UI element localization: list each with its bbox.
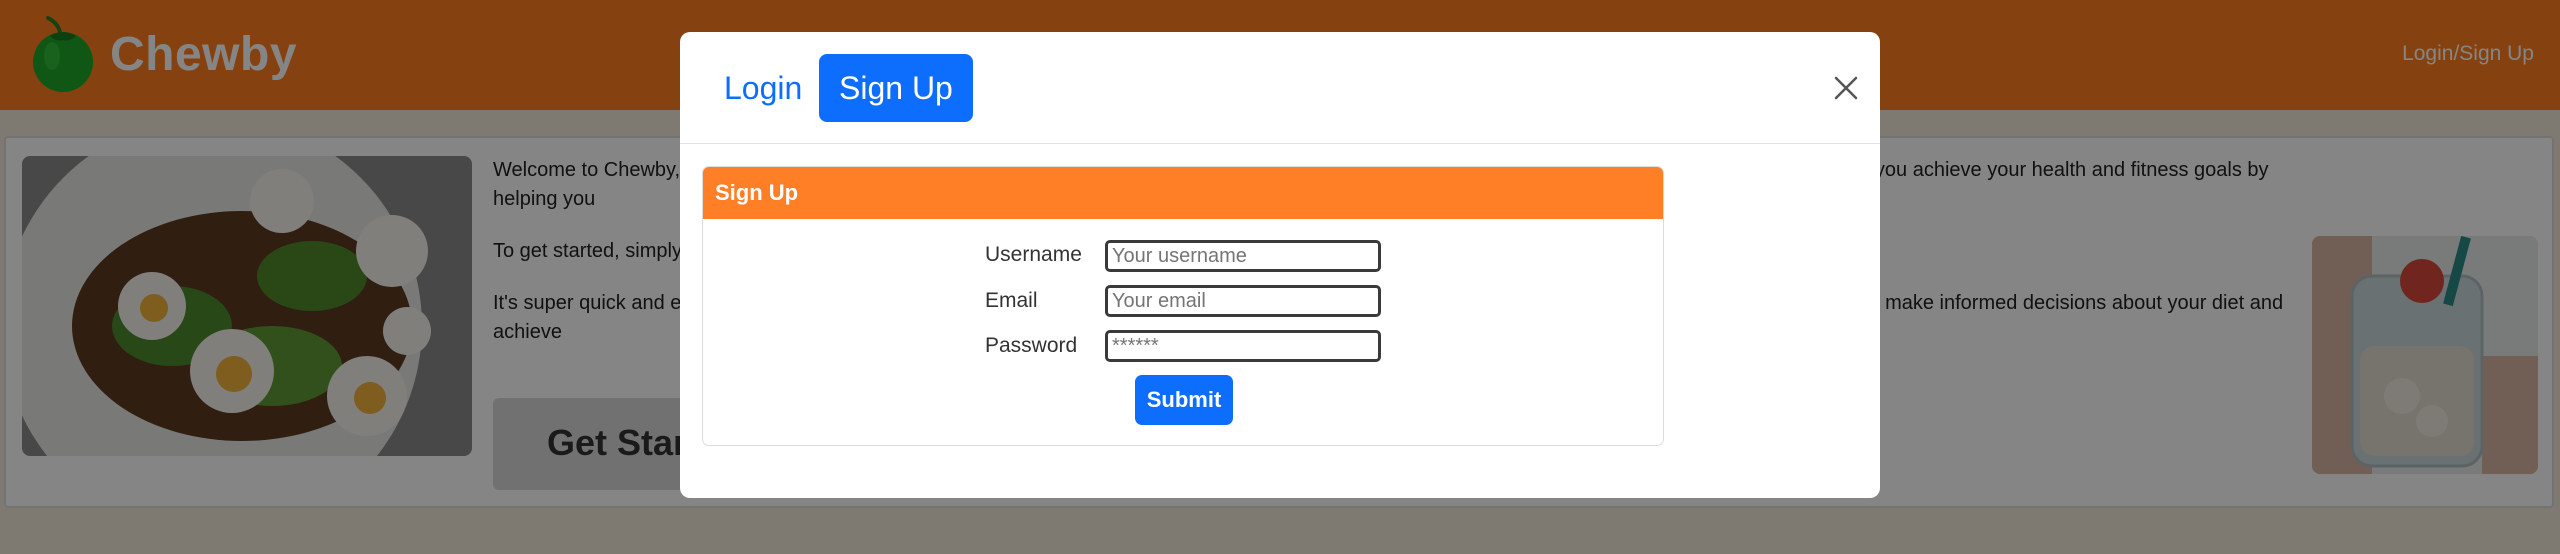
email-input[interactable] bbox=[1105, 285, 1381, 317]
username-input[interactable] bbox=[1105, 240, 1381, 272]
submit-button[interactable]: Submit bbox=[1135, 375, 1233, 425]
auth-modal: Login Sign Up Sign Up Username Email Pas… bbox=[680, 32, 1880, 498]
tab-signup[interactable]: Sign Up bbox=[819, 54, 973, 122]
signup-form-card: Sign Up Username Email Password Submit bbox=[702, 166, 1664, 446]
tab-login[interactable]: Login bbox=[706, 54, 820, 122]
email-label: Email bbox=[985, 289, 1038, 312]
modal-header: Login Sign Up bbox=[680, 32, 1880, 144]
username-label: Username bbox=[985, 243, 1082, 266]
signup-form-title: Sign Up bbox=[703, 167, 1663, 219]
password-input[interactable] bbox=[1105, 330, 1381, 362]
password-label: Password bbox=[985, 334, 1078, 357]
close-icon[interactable] bbox=[1830, 72, 1862, 104]
